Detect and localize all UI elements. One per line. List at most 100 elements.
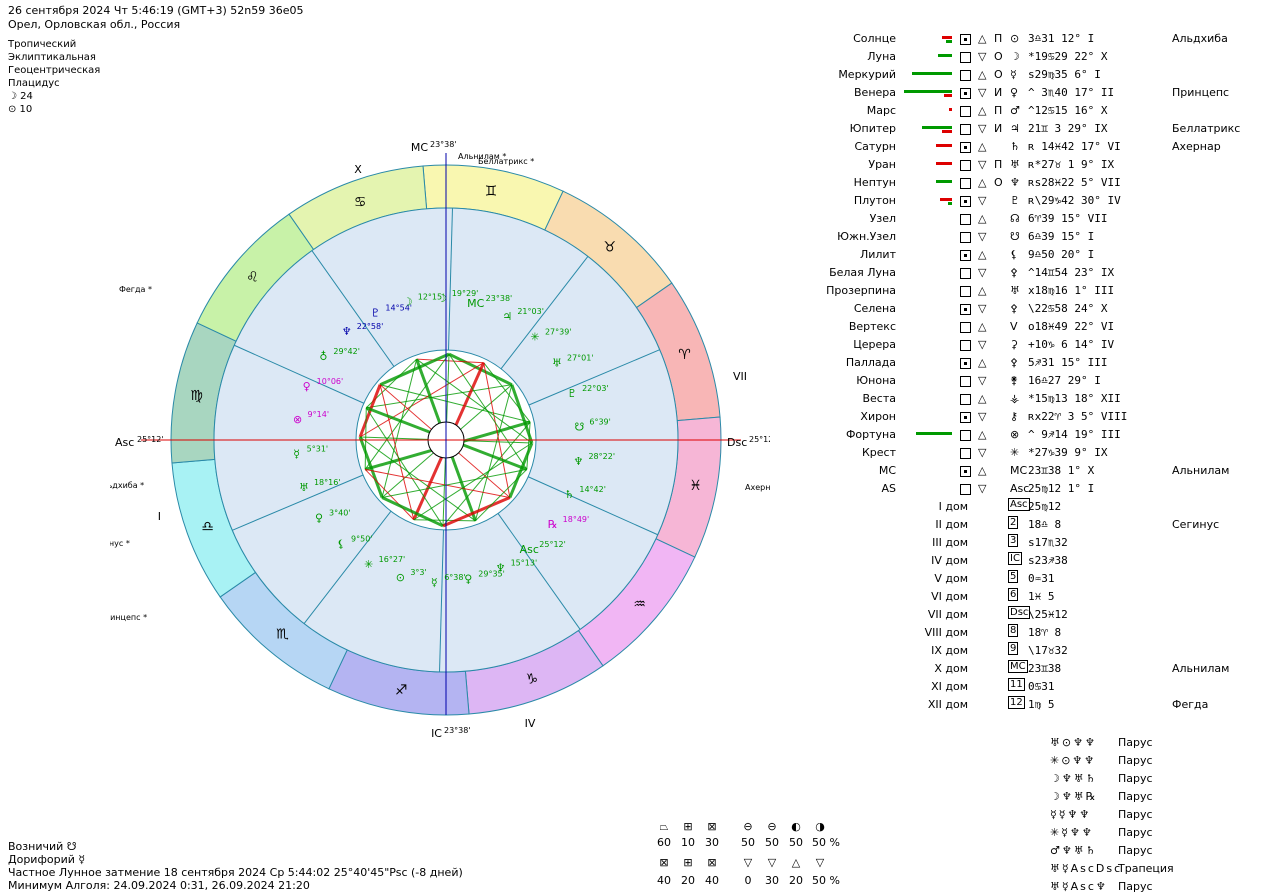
planet-name: Нептун xyxy=(853,176,896,189)
planet-degree-label: 27°39' xyxy=(545,327,572,336)
planet-degree-label: 18°49' xyxy=(563,515,590,524)
fixed-star: Фегда xyxy=(1172,698,1209,711)
planet-strength-bars xyxy=(902,426,952,444)
figure-label: Парус xyxy=(1118,826,1153,839)
dignity-square-icon xyxy=(960,66,971,84)
house-row[interactable]: XII дом 12 1♍ 5 Фегда xyxy=(780,696,1260,714)
fixed-star-label: Беллатрикс * xyxy=(478,157,534,166)
house-row[interactable]: VIII дом 8 18♈ 8 xyxy=(780,624,1260,642)
element-triangle-icon: △ xyxy=(978,140,987,153)
figure-glyphs-icon: ♅⊙♆♆ xyxy=(1050,736,1097,749)
house-number-icon: MC xyxy=(1008,660,1028,673)
planet-glyph-icon: ⚵ xyxy=(1010,374,1019,387)
house-row[interactable]: IV дом IC s23♐38 xyxy=(780,552,1260,570)
planet-glyph-icon: ℞ xyxy=(548,518,558,531)
house-row[interactable]: III дом 3 s17♏32 xyxy=(780,534,1260,552)
house-row[interactable]: IX дом 9 \17♉32 xyxy=(780,642,1260,660)
dignity-square-icon xyxy=(960,282,971,300)
aspect-figure[interactable]: ☿☿♆♆ Парус xyxy=(1050,806,1174,824)
planet-glyph-icon: ♇ xyxy=(1010,194,1020,207)
strength-bar xyxy=(948,202,952,205)
planet-position: ʀ*27♉ 1 9° IX xyxy=(1028,158,1115,171)
zodiac-glyph-icon: ♏ xyxy=(276,627,289,643)
natal-chart-wheel[interactable]: ♊♉♈♓♒♑♐♏♎♍♌♋MC 23°38'IC 23°38'Asc 25°12' Dsc… xyxy=(110,130,770,750)
figure-glyphs-icon: ☽♆♅℞ xyxy=(1050,790,1098,803)
fixed-star-label: Фегда * xyxy=(119,285,152,294)
dignity-square-icon xyxy=(960,192,971,210)
aspect-figure[interactable]: ✳☿♆♆ Парус xyxy=(1050,824,1174,842)
stat-value: 40 xyxy=(705,874,719,887)
planet-position: \22♋58 24° X xyxy=(1028,302,1108,315)
fixed-star: Принцепс xyxy=(1172,86,1230,99)
dignity-square-icon xyxy=(960,174,971,192)
house-cusp-position: 0♒31 xyxy=(1028,572,1055,585)
house-name: V дом xyxy=(934,572,968,585)
house-number-icon: 12 xyxy=(1008,696,1025,709)
planet-glyph-icon: V xyxy=(1010,320,1018,333)
element-triangle-icon: ▽ xyxy=(978,266,987,279)
planet-degree-label: 18°16' xyxy=(314,478,341,487)
planet-strength-bars xyxy=(902,138,952,156)
planet-flag: И xyxy=(994,86,1003,99)
house-row[interactable]: VII дом Dsc \25♓12 xyxy=(780,606,1260,624)
header-location: Орел, Орловская обл., Россия xyxy=(8,18,181,31)
planet-position: ^12♋15 16° X xyxy=(1028,104,1108,117)
house-name: IX дом xyxy=(931,644,968,657)
house-row[interactable]: V дом 5 0♒31 xyxy=(780,570,1260,588)
aspect-figure[interactable]: ☽♆♅♄ Парус xyxy=(1050,770,1174,788)
planet-strength-bars xyxy=(902,210,952,228)
planet-position: 6♎39 15° I xyxy=(1028,230,1095,243)
element-triangle-icon: ▽ xyxy=(978,230,987,243)
planet-strength-bars xyxy=(902,120,952,138)
planet-position: 3♎31 12° I xyxy=(1028,32,1095,45)
aspect-figure[interactable]: ✳⊙♆♆ Парус xyxy=(1050,752,1174,770)
house-number-icon: 8 xyxy=(1008,624,1019,637)
figure-glyphs-icon: ♅☿AscDsc xyxy=(1050,862,1123,875)
aspect-figure[interactable]: ♅☿AscDscТрапеция xyxy=(1050,860,1174,878)
planet-name: Веста xyxy=(862,392,896,405)
aspect-figure[interactable]: ♅☿Asc♆ Парус xyxy=(1050,878,1174,896)
house-row[interactable]: XI дом 11 0♋31 xyxy=(780,678,1260,696)
house-row[interactable]: II дом 2 18♎ 8 Сегинус xyxy=(780,516,1260,534)
figure-label: Парус xyxy=(1118,808,1153,821)
planet-position: *27♑39 9° IX xyxy=(1028,446,1108,459)
dignity-square-icon xyxy=(960,48,971,66)
figure-glyphs-icon: ♅☿Asc♆ xyxy=(1050,880,1108,893)
house-row[interactable]: I дом Asc 25♍12 xyxy=(780,498,1260,516)
planet-strength-bars xyxy=(902,390,952,408)
planet-position: s29♍35 6° I xyxy=(1028,68,1101,81)
strength-bar xyxy=(916,432,952,435)
planet-glyph-icon: ☿ xyxy=(293,447,300,460)
element-triangle-icon: ▽ xyxy=(978,86,987,99)
dignity-square-icon xyxy=(960,246,971,264)
planet-glyph-icon: ☽ xyxy=(437,292,447,305)
house-number-icon: Asc xyxy=(1008,498,1030,511)
planet-degree-label: 10°06' xyxy=(317,377,344,386)
vozn-line: Возничий ☋ xyxy=(8,840,77,853)
dignity-square-icon xyxy=(960,120,971,138)
strength-bar xyxy=(946,40,952,43)
fixed-star: Альнилам xyxy=(1172,662,1230,675)
aspect-figure[interactable]: ♅⊙♆♆ Парус xyxy=(1050,734,1174,752)
aspect-figure[interactable]: ☽♆♅℞ Парус xyxy=(1050,788,1174,806)
house-number-icon: IC xyxy=(1008,552,1022,565)
planet-degree-label: 29°42' xyxy=(333,347,360,356)
strength-bar xyxy=(940,198,952,201)
planet-strength-bars xyxy=(902,336,952,354)
fixed-star-label: Принцепс * xyxy=(110,613,147,622)
planet-glyph-icon: ⚷ xyxy=(1010,410,1019,423)
element-triangle-icon: △ xyxy=(978,68,987,81)
house-cusp-position: 25♍12 xyxy=(1028,500,1062,513)
planet-strength-bars xyxy=(902,444,952,462)
aspect-figure[interactable]: ♂♆♅♄ Парус xyxy=(1050,842,1174,860)
planet-strength-bars xyxy=(902,192,952,210)
setting-zodiac: Тропический xyxy=(8,39,77,50)
zodiac-glyph-icon: ♊ xyxy=(485,184,498,200)
house-name: VI дом xyxy=(931,590,968,603)
planet-glyph-icon: ♅ xyxy=(552,357,562,370)
house-row[interactable]: X дом MC 23♊38 Альнилам xyxy=(780,660,1260,678)
element-triangle-icon: ▽ xyxy=(978,482,987,495)
house-row[interactable]: VI дом 6 1♓ 5 xyxy=(780,588,1260,606)
element-triangle-icon: △ xyxy=(978,464,987,477)
zodiac-glyph-icon: ♈ xyxy=(678,347,691,363)
